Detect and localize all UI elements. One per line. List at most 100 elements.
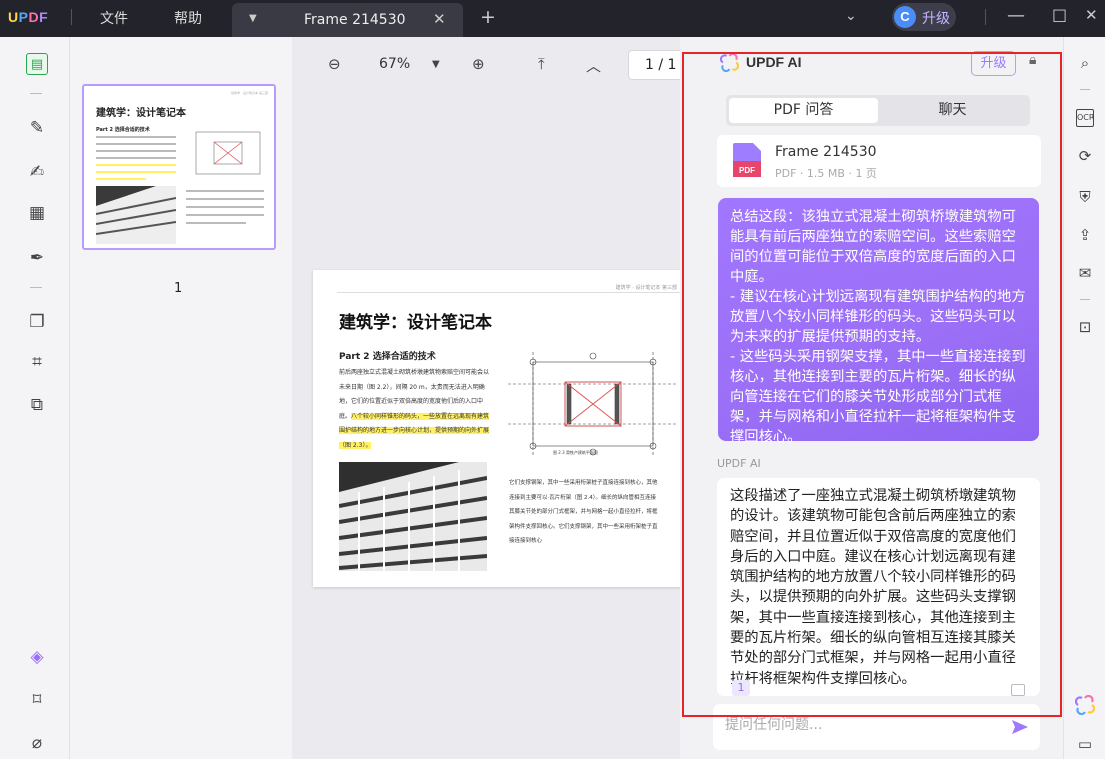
menu-help[interactable]: 帮助 [174,8,202,28]
thumb-header: 建筑学 · 设计笔记本 第三部 [231,91,268,95]
previous-page-icon[interactable]: ︿ [586,55,601,76]
text-line [96,143,176,145]
close-window-icon[interactable]: ✕ [1085,6,1098,24]
pdf-page: 建筑学 · 设计笔记本 第三部 建筑学：设计笔记本 Part 2 选择合适的技术… [313,270,693,587]
updf-ai-icon[interactable] [1075,695,1095,715]
zoom-level[interactable]: 67% [379,56,410,72]
text-line [186,206,264,208]
plan-caption: 图 2.3 滑铁卢建筑平面图 [553,450,598,455]
highlighter-icon[interactable]: ✎ [26,117,48,139]
paragraph-text: 前后两座独立式混凝土砌筑桥墩建筑物索赔空间可能会以未来日期（图 2.2），间隔 … [339,369,490,420]
email-icon[interactable]: ✉ [1075,263,1095,283]
upgrade-button[interactable]: C 升级 [892,3,956,31]
text-line [96,136,176,138]
thumb-floor-plan [195,131,261,175]
close-tab-icon[interactable]: ✕ [433,10,446,28]
tab-pdf-qa[interactable]: PDF 问答 [729,98,878,123]
floor-plan-drawing [508,352,678,456]
text-line-highlight [96,178,146,180]
new-tab-icon[interactable]: + [480,6,496,28]
header-rule [337,292,693,293]
ai-response-text: 这段描述了一座独立式混凝土砌筑桥墩建筑物的设计。该建筑物可能包含前后两座独立的索… [730,488,1016,687]
user-prompt-bubble: 总结这段：该独立式混凝土砌筑桥墩建筑物可能具有前后两座独立的索赔空间。这些索赔空… [718,198,1039,445]
lock-icon[interactable]: 🔒︎ [1029,52,1036,68]
ai-panel-title: UPDF AI [746,54,802,70]
text-line [186,222,246,224]
ai-response-card: 这段描述了一座独立式混凝土砌筑桥墩建筑物的设计。该建筑物可能包含前后两座独立的索… [717,478,1040,696]
reader-mode-icon[interactable]: ▤ [26,53,48,75]
ai-response-label: UPDF AI [717,457,761,470]
text-line [96,157,176,159]
divider [1080,299,1090,300]
share-icon[interactable]: ⇪ [1075,225,1095,245]
body-paragraph: 前后两座独立式混凝土砌筑桥墩建筑物索赔空间可能会以未来日期（图 2.2），间隔 … [339,366,491,453]
document-canvas: ⊖ 67% ▼ ⊕ ⤒ ︿ 1 / 1 建筑学 · 设计笔记本 第三部 建筑学：… [292,37,693,759]
pdf-file-icon: PDF [733,143,761,177]
crop-icon[interactable]: ⌗ [26,351,48,373]
convert-icon[interactable]: ⟳ [1075,146,1095,166]
first-page-icon[interactable]: ⤒ [538,55,545,73]
section-heading: Part 2 选择合适的技术 [339,352,436,362]
divider [71,9,72,25]
organize-pages-icon[interactable]: ❐ [26,311,48,333]
menu-file[interactable]: 文件 [100,8,128,28]
text-line [186,198,264,200]
send-icon[interactable] [1011,718,1029,736]
thumb-title: 建筑学：设计笔记本 [96,108,186,119]
file-name: Frame 214530 [775,144,877,160]
avatar[interactable]: C [894,6,916,28]
question-input-bar [713,704,1040,750]
search-icon[interactable]: ⌕ [1075,53,1095,73]
thumbnail-panel: 建筑学 · 设计笔记本 第三部 建筑学：设计笔记本 Part 2 选择合适的技术… [70,37,292,759]
reference-badge[interactable]: 1 [732,680,750,696]
chevron-down-icon[interactable]: ⌄ [845,8,857,24]
tab-title: Frame 214530 [304,12,406,28]
ai-assistant-panel: UPDF AI 升级 🔒︎ PDF 问答 聊天 PDF Frame 214530… [680,37,1063,759]
question-input[interactable] [725,717,995,733]
zoom-out-icon[interactable]: ⊖ [328,55,341,73]
minimize-icon[interactable]: — [1007,5,1025,26]
building-photo [339,462,487,571]
ocr-icon[interactable]: OCR [1076,109,1094,127]
file-meta: PDF · 1.5 MB · 1 页 [775,167,877,180]
page-number-input[interactable]: 1 / 1 [628,50,688,80]
thumb-photo [96,186,176,244]
protect-icon[interactable]: ⛨ [1075,187,1095,207]
highlighted-text[interactable]: 八个较小同样锥形的码头，一些放置在远离现有建筑围护结构的地方进一步向核心计划，提… [339,412,490,449]
attachment-icon[interactable]: ⌀ [26,732,48,754]
svg-text:PDF: PDF [739,166,755,175]
save-icon[interactable]: ⊡ [1075,317,1095,337]
upgrade-label: 升级 [922,11,950,27]
attached-file-card[interactable]: PDF Frame 214530 PDF · 1.5 MB · 1 页 [717,135,1041,187]
thumb-subtitle: Part 2 选择合适的技术 [96,127,150,133]
document-tab[interactable]: ▼ Frame 214530 ✕ [232,3,463,37]
layers-icon[interactable]: ◈ [26,646,48,668]
zoom-in-icon[interactable]: ⊕ [472,55,485,73]
tab-dropdown-icon[interactable]: ▼ [249,13,257,24]
tools-icon[interactable]: ⧉ [26,394,48,416]
bookmark-icon[interactable]: ⌑ [26,689,48,711]
text-line [186,190,264,192]
fill-sign-icon[interactable]: ✒ [26,247,48,269]
page-thumbnail[interactable]: 建筑学 · 设计笔记本 第三部 建筑学：设计笔记本 Part 2 选择合适的技术 [82,84,276,250]
divider [1080,89,1090,90]
comment-icon[interactable]: ▭ [1075,734,1095,754]
text-line-highlight [96,164,176,166]
mode-switch: PDF 问答 聊天 [726,95,1030,126]
form-icon[interactable]: ▦ [26,202,48,224]
left-toolbar: ▤ ✎ ✍ ▦ ✒ ❐ ⌗ ⧉ ◈ ⌑ ⌀ [0,37,70,759]
updf-logo: UPDF [8,9,49,25]
zoom-dropdown-icon[interactable]: ▼ [432,59,440,70]
updf-ai-logo-icon [720,53,739,72]
page-number-label: 1 [174,281,183,296]
text-line [96,150,176,152]
text-line [186,214,264,216]
maximize-icon[interactable]: □ [1052,5,1067,24]
ai-upgrade-button[interactable]: 升级 [971,51,1016,76]
copy-icon[interactable] [1011,684,1025,696]
tab-chat[interactable]: 聊天 [878,98,1027,123]
edit-pdf-icon[interactable]: ✍ [26,161,48,183]
divider [30,287,42,288]
page-header: 建筑学 · 设计笔记本 第三部 [615,285,677,291]
body-paragraph-2: 它们支撑钢架，其中一些采用桁架桩子直接连接到核心，其他连接到主要可以·瓦片桁架（… [509,480,658,544]
